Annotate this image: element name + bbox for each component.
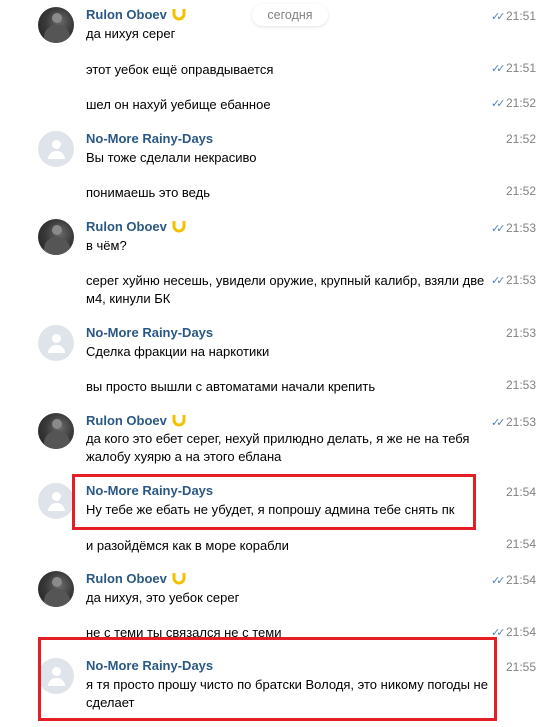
author-name[interactable]: Rulon Oboev (86, 571, 186, 588)
message-time[interactable]: 21:52 (506, 132, 536, 146)
verified-badge-icon (172, 571, 186, 588)
message-time[interactable]: 21:53 (506, 326, 536, 340)
message-time[interactable]: 21:53 (506, 378, 536, 392)
message-text: Сделка фракции на наркотики (86, 344, 270, 359)
message-text: да нихуя, это уебок серег (86, 590, 240, 605)
read-check-icon: ✓✓ (491, 98, 506, 110)
avatar-rulon-oboev[interactable] (38, 413, 74, 449)
read-check-icon: ✓✓ (491, 11, 506, 23)
avatar-rulon-oboev[interactable] (38, 571, 74, 607)
avatar-no-more-rainy-days[interactable] (38, 483, 74, 519)
message-text: этот уебок ещё оправдывается (86, 62, 274, 77)
author-name[interactable]: No-More Rainy-Days (86, 131, 213, 146)
message-text: и разойдёмся как в море корабли (86, 538, 289, 553)
verified-badge-icon (172, 219, 186, 236)
avatar-rulon-oboev[interactable] (38, 7, 74, 43)
author-name[interactable]: Rulon Oboev (86, 413, 186, 430)
message-time[interactable]: 21:55 (506, 660, 536, 674)
read-check-icon: ✓✓ (491, 275, 506, 287)
message-time[interactable]: 21:51 (506, 9, 536, 23)
message-text: в чём? (86, 238, 127, 253)
verified-badge-icon (172, 7, 186, 24)
message-text: Ну тебе же ебать не убудет, я попрошу ад… (86, 502, 455, 517)
message-text: да кого это ебет серег, нехуй прилюдно д… (86, 431, 470, 464)
message-text: не с теми ты связался не с теми (86, 625, 282, 640)
message-time[interactable]: 21:54 (506, 573, 536, 587)
message-time[interactable]: 21:51 (506, 61, 536, 75)
read-check-icon: ✓✓ (491, 63, 506, 75)
author-name[interactable]: No-More Rainy-Days (86, 325, 213, 340)
message-text: шел он нахуй уебище ебанное (86, 97, 271, 112)
message-time[interactable]: 21:54 (506, 485, 536, 499)
read-check-icon: ✓✓ (491, 417, 506, 429)
chat-history: сегодня Rulon Oboev да нихуя серег ✓✓ 21… (0, 0, 544, 727)
message-time[interactable]: 21:53 (506, 415, 536, 429)
read-check-icon: ✓✓ (491, 627, 506, 639)
message-text: вы просто вышли с автоматами начали креп… (86, 379, 376, 394)
author-name[interactable]: No-More Rainy-Days (86, 658, 213, 673)
avatar-rulon-oboev[interactable] (38, 219, 74, 255)
message-text: серег хуйню несешь, увидели оружие, круп… (86, 273, 485, 306)
date-divider: сегодня (252, 4, 328, 26)
message-time[interactable]: 21:53 (506, 273, 536, 287)
author-name[interactable]: Rulon Oboev (86, 7, 186, 24)
message-text: я тя просто прошу чисто по братски Волод… (86, 677, 488, 710)
message-text: понимаешь это ведь (86, 185, 210, 200)
message-time[interactable]: 21:52 (506, 96, 536, 110)
message-time[interactable]: 21:54 (506, 537, 536, 551)
avatar-no-more-rainy-days[interactable] (38, 131, 74, 167)
message-text: да нихуя серег (86, 26, 176, 41)
author-name[interactable]: No-More Rainy-Days (86, 483, 213, 498)
message-time[interactable]: 21:52 (506, 184, 536, 198)
message-text: Вы тоже сделали некрасиво (86, 150, 257, 165)
read-check-icon: ✓✓ (491, 223, 506, 235)
author-name[interactable]: Rulon Oboev (86, 219, 186, 236)
message-time[interactable]: 21:54 (506, 625, 536, 639)
verified-badge-icon (172, 413, 186, 430)
avatar-no-more-rainy-days[interactable] (38, 325, 74, 361)
avatar-no-more-rainy-days[interactable] (38, 658, 74, 694)
read-check-icon: ✓✓ (491, 575, 506, 587)
message-time[interactable]: 21:53 (506, 221, 536, 235)
